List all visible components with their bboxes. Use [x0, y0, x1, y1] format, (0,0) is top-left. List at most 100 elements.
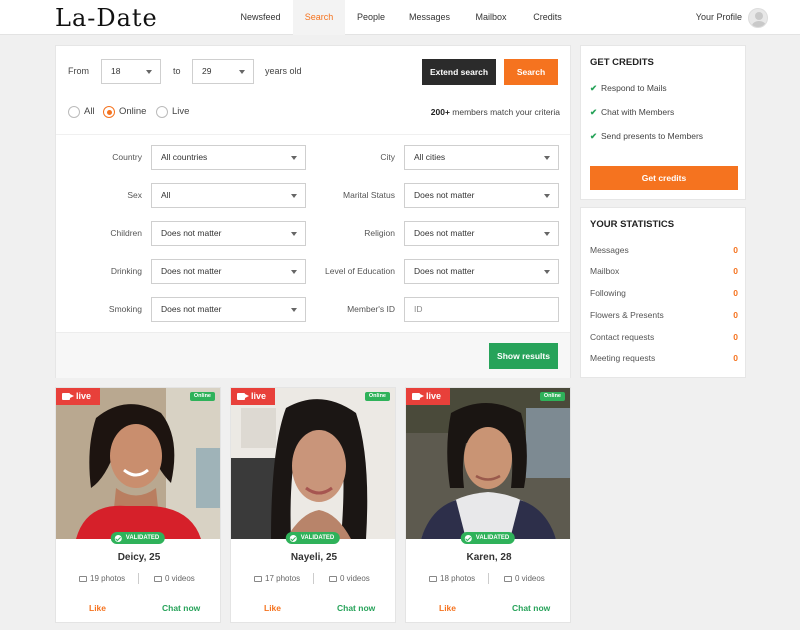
stat-value: 0	[733, 266, 738, 276]
radio-live-label[interactable]: Live	[172, 106, 189, 118]
chevron-down-icon	[544, 270, 550, 274]
online-badge: Online	[189, 392, 215, 401]
nav-people[interactable]: People	[345, 0, 397, 35]
chat-now-button[interactable]: Chat now	[337, 603, 375, 613]
profile-photo[interactable]: live Online	[56, 388, 220, 539]
validated-label: VALIDATED	[125, 535, 160, 541]
live-badge: live	[231, 388, 275, 405]
radio-all[interactable]	[68, 106, 80, 118]
photo-count[interactable]: 19 photos	[79, 574, 125, 583]
radio-online[interactable]	[103, 106, 115, 118]
search-button[interactable]: Search	[504, 59, 558, 85]
video-count-label: 0 videos	[340, 574, 370, 583]
profile-name[interactable]: Nayeli, 25	[231, 552, 395, 563]
nav-search[interactable]: Search	[293, 0, 345, 35]
stat-row-meeting-requests[interactable]: Meeting requests 0	[590, 353, 738, 365]
sex-select[interactable]: All	[151, 183, 306, 208]
stat-row-mailbox[interactable]: Mailbox 0	[590, 266, 738, 278]
country-select[interactable]: All countries	[151, 145, 306, 170]
statistics-title: YOUR STATISTICS	[590, 219, 675, 230]
stat-label: Flowers & Presents	[590, 310, 664, 320]
age-from-value: 18	[111, 66, 121, 76]
photo-count[interactable]: 17 photos	[254, 574, 300, 583]
marital-status-select[interactable]: Does not matter	[404, 183, 559, 208]
education-select[interactable]: Does not matter	[404, 259, 559, 284]
validated-badge: VALIDATED	[460, 532, 516, 544]
stat-row-following[interactable]: Following 0	[590, 288, 738, 300]
photo-icon	[254, 576, 262, 582]
online-badge: Online	[539, 392, 565, 401]
profile-photo[interactable]: live Online	[406, 388, 570, 539]
like-button[interactable]: Like	[439, 603, 456, 613]
video-count[interactable]: 0 videos	[154, 574, 195, 583]
years-old-label: years old	[265, 66, 302, 76]
chevron-down-icon	[291, 194, 297, 198]
chat-now-button[interactable]: Chat now	[162, 603, 200, 613]
age-from-select[interactable]: 18	[101, 59, 161, 84]
nav-credits[interactable]: Credits	[520, 0, 575, 35]
sex-value: All	[161, 190, 171, 200]
profile-photo[interactable]: live Online	[231, 388, 395, 539]
drinking-select[interactable]: Does not matter	[151, 259, 306, 284]
nav-messages[interactable]: Messages	[397, 0, 462, 35]
your-profile-link[interactable]: Your Profile	[696, 0, 742, 35]
stat-row-contact-requests[interactable]: Contact requests 0	[590, 332, 738, 344]
radio-live[interactable]	[156, 106, 168, 118]
main-nav: Newsfeed Search People Messages Mailbox …	[228, 0, 575, 35]
profile-card[interactable]: live Online VALIDATED Deicy, 25 19 photo…	[55, 387, 221, 623]
profile-card[interactable]: live Online VALIDATED Karen, 28 18 photo…	[405, 387, 571, 623]
check-circle-icon	[114, 534, 122, 542]
country-label: Country	[112, 152, 142, 162]
city-value: All cities	[414, 152, 446, 162]
nav-mailbox[interactable]: Mailbox	[462, 0, 520, 35]
validated-label: VALIDATED	[300, 535, 335, 541]
chat-now-button[interactable]: Chat now	[512, 603, 550, 613]
video-count[interactable]: 0 videos	[504, 574, 545, 583]
credit-benefit-label: Chat with Members	[601, 107, 675, 117]
stat-row-messages[interactable]: Messages 0	[590, 245, 738, 257]
check-icon: ✔	[590, 107, 598, 117]
show-results-button[interactable]: Show results	[489, 343, 558, 369]
city-select[interactable]: All cities	[404, 145, 559, 170]
credit-benefit-label: Respond to Mails	[601, 83, 667, 93]
profile-name[interactable]: Deicy, 25	[56, 552, 220, 563]
smoking-select[interactable]: Does not matter	[151, 297, 306, 322]
photo-count[interactable]: 18 photos	[429, 574, 475, 583]
stat-row-flowers[interactable]: Flowers & Presents 0	[590, 310, 738, 322]
children-select[interactable]: Does not matter	[151, 221, 306, 246]
chevron-down-icon	[146, 70, 152, 74]
like-button[interactable]: Like	[89, 603, 106, 613]
children-label: Children	[110, 228, 142, 238]
status-radio-group: All Online Live 200+ members match your …	[68, 106, 560, 120]
nav-newsfeed[interactable]: Newsfeed	[228, 0, 293, 35]
radio-all-label[interactable]: All	[84, 106, 95, 118]
stat-value: 0	[733, 245, 738, 255]
stat-value: 0	[733, 353, 738, 363]
member-id-label: Member's ID	[347, 304, 395, 314]
chevron-down-icon	[544, 194, 550, 198]
religion-select[interactable]: Does not matter	[404, 221, 559, 246]
site-logo[interactable]: La-Date	[55, 4, 158, 32]
video-camera-icon	[412, 393, 424, 400]
video-count[interactable]: 0 videos	[329, 574, 370, 583]
credit-benefit-item: ✔ Send presents to Members	[590, 131, 703, 142]
profile-name[interactable]: Karen, 28	[406, 552, 570, 563]
get-credits-button[interactable]: Get credits	[590, 166, 738, 190]
like-button[interactable]: Like	[264, 603, 281, 613]
divider	[138, 573, 139, 584]
video-icon	[504, 576, 512, 582]
chevron-down-icon	[544, 232, 550, 236]
credits-title: GET CREDITS	[590, 57, 654, 68]
radio-online-label[interactable]: Online	[119, 106, 146, 118]
stat-label: Mailbox	[590, 266, 620, 276]
age-to-select[interactable]: 29	[192, 59, 254, 84]
member-id-input[interactable]: ID	[404, 297, 559, 322]
avatar-icon[interactable]	[748, 8, 768, 28]
sex-label: Sex	[127, 190, 142, 200]
stat-value: 0	[733, 332, 738, 342]
extend-search-button[interactable]: Extend search	[422, 59, 496, 85]
profile-card[interactable]: live Online VALIDATED Nayeli, 25 17 phot…	[230, 387, 396, 623]
profile-meta: 18 photos 0 videos	[406, 573, 570, 586]
chevron-down-icon	[544, 156, 550, 160]
live-label: live	[251, 391, 267, 401]
